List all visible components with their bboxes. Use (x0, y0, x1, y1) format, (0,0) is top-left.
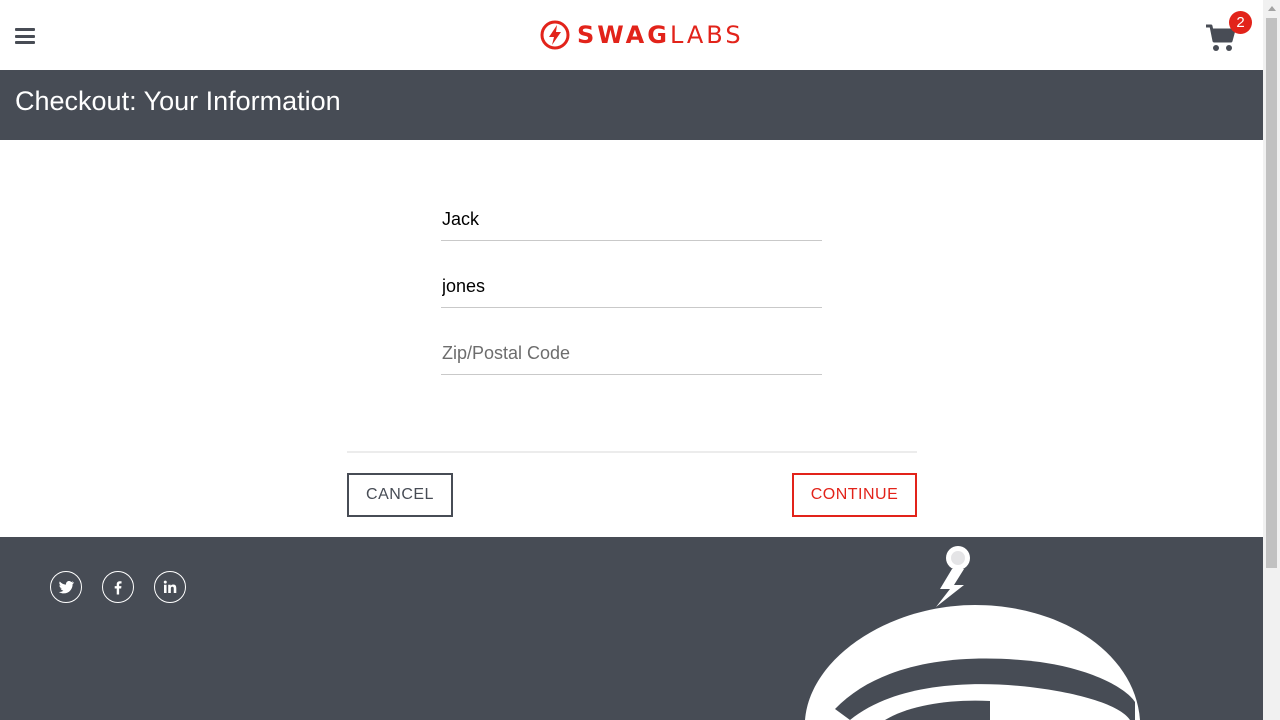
first-name-input[interactable] (441, 198, 822, 241)
scrollbar-thumb[interactable] (1266, 18, 1277, 568)
vertical-scrollbar[interactable] (1263, 0, 1280, 720)
cancel-button[interactable]: Cancel (347, 473, 453, 517)
facebook-icon[interactable] (102, 571, 134, 603)
footer (0, 537, 1263, 720)
checkout-page: SWAGLABS 2 Checkout: Your Information Ca… (0, 0, 1263, 720)
linkedin-icon[interactable] (154, 571, 186, 603)
hamburger-menu-icon[interactable] (15, 28, 35, 46)
swag-bot-mascot-icon (805, 546, 1140, 720)
form-divider (347, 451, 917, 453)
subheader-bar: Checkout: Your Information (0, 70, 1263, 140)
twitter-icon[interactable] (50, 571, 82, 603)
lightning-logo-icon (540, 20, 570, 50)
continue-button[interactable]: Continue (792, 473, 917, 517)
logo-text: SWAGLABS (577, 21, 744, 49)
page-title: Checkout: Your Information (15, 86, 341, 116)
checkout-info-form (441, 198, 822, 399)
last-name-input[interactable] (441, 265, 822, 308)
top-header: SWAGLABS 2 (0, 0, 1263, 70)
scroll-up-arrow-icon[interactable] (1263, 0, 1280, 17)
logo-text-light: LABS (669, 21, 744, 49)
swag-labs-logo: SWAGLABS (540, 20, 744, 50)
logo-text-bold: SWAG (577, 21, 670, 49)
cart-count-badge: 2 (1229, 11, 1252, 34)
postal-code-input[interactable] (441, 332, 822, 375)
